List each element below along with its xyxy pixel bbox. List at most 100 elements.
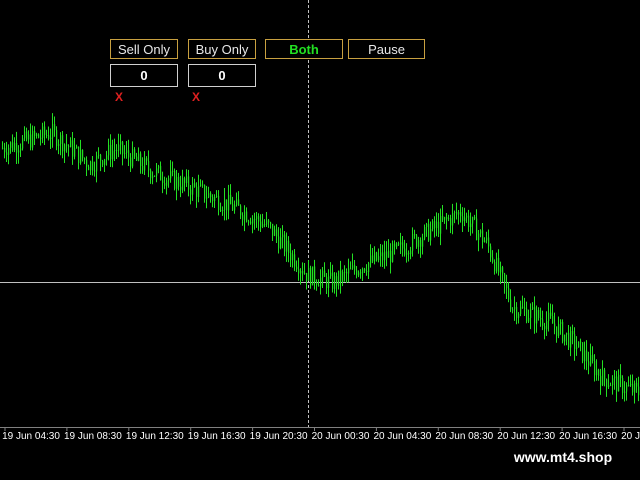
candle-body bbox=[508, 288, 510, 300]
candle-body bbox=[266, 220, 268, 225]
candle-body bbox=[550, 312, 552, 317]
candle-body bbox=[456, 212, 458, 215]
time-tick-label: 20 Jun 08:30 bbox=[435, 431, 494, 442]
candle-body bbox=[352, 265, 354, 269]
candle-body bbox=[156, 168, 158, 176]
buy-count-display: 0 bbox=[188, 64, 256, 87]
time-tick-label: 20 Jun 20:30 bbox=[621, 431, 640, 442]
candle-body bbox=[148, 160, 150, 171]
candle-body bbox=[102, 160, 104, 165]
candle-body bbox=[402, 242, 404, 249]
candle-body bbox=[268, 220, 270, 223]
candle-body bbox=[552, 316, 554, 324]
candle-body bbox=[206, 197, 208, 199]
candles-group bbox=[2, 113, 640, 404]
candle-body bbox=[494, 261, 496, 272]
candle-body bbox=[200, 184, 202, 186]
candle-body bbox=[276, 229, 278, 237]
sell-close-icon[interactable]: X bbox=[115, 91, 123, 103]
candle-body bbox=[626, 385, 628, 392]
candle-body bbox=[614, 376, 616, 379]
candle-body bbox=[566, 332, 568, 335]
candle-body bbox=[630, 383, 632, 386]
pause-button[interactable]: Pause bbox=[348, 39, 425, 59]
candle-body bbox=[298, 269, 300, 274]
candle-body bbox=[462, 216, 464, 222]
candle-body bbox=[384, 251, 386, 261]
candle-body bbox=[92, 161, 94, 171]
candle-body bbox=[96, 155, 98, 172]
buy-close-icon[interactable]: X bbox=[192, 91, 200, 103]
candle-body bbox=[438, 221, 440, 234]
candle-body bbox=[214, 196, 216, 202]
candle-body bbox=[228, 194, 230, 211]
candle-body bbox=[376, 252, 378, 261]
candle-body bbox=[336, 276, 338, 286]
candle-body bbox=[68, 145, 70, 148]
candle-body bbox=[394, 243, 396, 247]
candle-body bbox=[440, 216, 442, 234]
candle-body bbox=[236, 199, 238, 205]
candle-body bbox=[452, 213, 454, 226]
candle-body bbox=[140, 153, 142, 166]
candle-body bbox=[592, 354, 594, 361]
candle-body bbox=[208, 193, 210, 198]
candle-body bbox=[400, 242, 402, 245]
candle-body bbox=[112, 150, 114, 160]
candle-body bbox=[476, 218, 478, 241]
candle-body bbox=[548, 312, 550, 321]
candle-body bbox=[524, 307, 526, 309]
candle-body bbox=[124, 152, 126, 154]
candle-body bbox=[160, 166, 162, 181]
both-button[interactable]: Both bbox=[265, 39, 343, 59]
candle-body bbox=[210, 193, 212, 198]
candle-body bbox=[620, 374, 622, 379]
candle-body bbox=[36, 134, 38, 136]
candle-body bbox=[466, 215, 468, 218]
candle-body bbox=[74, 148, 76, 157]
candle-body bbox=[86, 159, 88, 167]
candle-body bbox=[488, 237, 490, 247]
candle-body bbox=[18, 150, 20, 153]
candle-body bbox=[558, 324, 560, 336]
candle-body bbox=[280, 237, 282, 249]
candle-body bbox=[632, 383, 634, 393]
candle-body bbox=[98, 154, 100, 156]
candle-body bbox=[464, 217, 466, 222]
candle-body bbox=[576, 347, 578, 350]
candle-body bbox=[378, 256, 380, 261]
candle-body bbox=[220, 209, 222, 211]
candle-body bbox=[412, 233, 414, 251]
candle-body bbox=[454, 212, 456, 214]
candle-body bbox=[158, 166, 160, 169]
candle-body bbox=[580, 341, 582, 343]
candle-body bbox=[380, 252, 382, 257]
candle-body bbox=[572, 330, 574, 335]
candle-body bbox=[408, 252, 410, 255]
candle-body bbox=[460, 212, 462, 217]
candle-body bbox=[138, 153, 140, 161]
candle-body bbox=[496, 257, 498, 272]
candle-body bbox=[234, 204, 236, 211]
candle-body bbox=[28, 134, 30, 140]
time-tick-label: 20 Jun 00:30 bbox=[311, 431, 370, 442]
time-tick-label: 20 Jun 16:30 bbox=[559, 431, 618, 442]
candle-body bbox=[448, 218, 450, 220]
candle-body bbox=[318, 285, 320, 287]
candle-body bbox=[130, 157, 132, 167]
candle-body bbox=[324, 270, 326, 277]
candle-body bbox=[20, 148, 22, 151]
candle-body bbox=[600, 375, 602, 386]
buy-only-button[interactable]: Buy Only bbox=[188, 39, 256, 59]
candle-body bbox=[356, 270, 358, 276]
candle-body bbox=[296, 266, 298, 270]
candle-body bbox=[348, 268, 350, 274]
candle-body bbox=[428, 223, 430, 241]
candle-body bbox=[144, 158, 146, 171]
candle-body bbox=[242, 215, 244, 220]
candle-body bbox=[290, 252, 292, 261]
sell-only-button[interactable]: Sell Only bbox=[110, 39, 178, 59]
candle-body bbox=[502, 267, 504, 274]
candle-body bbox=[286, 240, 288, 252]
candle-body bbox=[610, 385, 612, 387]
